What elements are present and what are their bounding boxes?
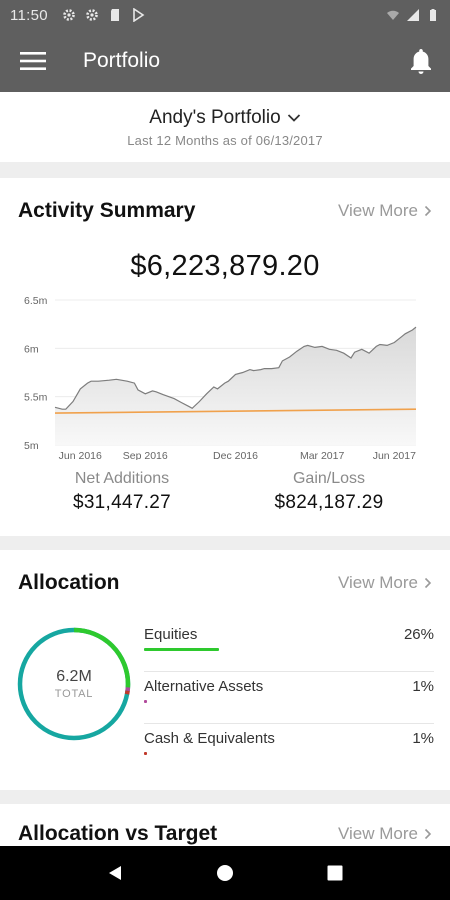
x-tick-label: Jun 2017 (373, 450, 416, 460)
donut-total-label: TOTAL (54, 688, 94, 700)
gain-loss-stat: Gain/Loss $824,187.29 (229, 470, 429, 514)
portfolio-header: Andy's Portfolio Last 12 Months as of 06… (0, 92, 450, 162)
view-more-label: View More (338, 824, 418, 843)
allocation-percent: 26% (403, 626, 434, 643)
gain-loss-value: $824,187.29 (274, 492, 384, 513)
allocation-name: Equities (144, 626, 198, 643)
app-title: Portfolio (83, 49, 161, 72)
system-nav-bar (0, 846, 450, 900)
settings-icon (86, 9, 98, 21)
net-additions-value: $31,447.27 (72, 492, 172, 513)
notifications-button[interactable] (392, 30, 450, 92)
hamburger-icon (20, 52, 46, 70)
allocation-bar (144, 700, 147, 703)
bell-icon (411, 49, 431, 74)
home-button[interactable] (205, 853, 245, 893)
portfolio-selector[interactable]: Andy's Portfolio (149, 107, 300, 129)
recents-button[interactable] (315, 853, 355, 893)
status-notification-icons (62, 8, 145, 22)
activity-summary-card: Activity Summary View More $6,223,879.20… (0, 178, 450, 536)
portfolio-name: Andy's Portfolio (149, 107, 281, 128)
chevron-right-icon (424, 828, 432, 840)
y-tick-label: 5m (24, 440, 39, 452)
x-tick-label: Jun 2016 (59, 450, 102, 460)
allocation-view-more-link[interactable]: View More (338, 573, 432, 593)
activity-summary-title: Activity Summary (18, 199, 196, 222)
allocation-percent: 1% (412, 730, 434, 747)
portfolio-total-value: $6,223,879.20 (130, 250, 320, 282)
menu-button[interactable] (0, 30, 66, 92)
view-more-label: View More (338, 573, 418, 592)
donut-center: 6.2M TOTAL (16, 626, 132, 742)
back-triangle-icon (109, 866, 121, 880)
chevron-down-icon (287, 114, 300, 122)
x-tick-label: Dec 2016 (213, 450, 258, 460)
net-additions-stat: Net Additions $31,447.27 (22, 470, 222, 514)
allocation-bar (144, 648, 220, 651)
gain-loss-label: Gain/Loss (292, 470, 366, 487)
allocation-title: Allocation (18, 571, 120, 594)
allocation-percent: 1% (412, 678, 434, 695)
back-button[interactable] (95, 853, 135, 893)
sd-card-icon (110, 9, 119, 21)
signal-icon (407, 9, 419, 21)
allocation-row-equities[interactable]: Equities 26% (144, 620, 434, 672)
activity-chart: 6.5m 6m 5.5m 5m Jun 2016 Sep 2016 Dec 2016 Mar… (24, 295, 417, 460)
allocation-name: Alternative Assets (144, 678, 264, 695)
allocation-name: Cash & Equivalents (144, 730, 275, 747)
y-tick-label: 5.5m (24, 392, 48, 404)
status-bar: 11:50 (0, 0, 450, 30)
y-tick-label: 6m (24, 343, 39, 355)
status-system-icons (386, 8, 440, 22)
allocation-row-alternative-assets[interactable]: Alternative Assets 1% (144, 672, 434, 724)
allocation-bar (144, 752, 147, 755)
view-more-label: View More (338, 201, 418, 220)
allocation-row-cash-equivalents[interactable]: Cash & Equivalents 1% (144, 724, 434, 776)
allocation-card: Allocation View More 6.2M TOTAL Equities… (0, 550, 450, 790)
x-tick-label: Sep 2016 (123, 450, 168, 460)
portfolio-date-range: Last 12 Months as of 06/13/2017 (127, 133, 323, 148)
play-store-icon (133, 8, 145, 22)
net-additions-label: Net Additions (74, 470, 170, 487)
wifi-icon (387, 10, 399, 20)
battery-icon (430, 9, 436, 21)
y-tick-label: 6.5m (24, 295, 48, 307)
x-tick-label: Mar 2017 (300, 450, 345, 460)
recents-square-icon (327, 865, 343, 881)
target-view-more-link[interactable]: View More (338, 824, 432, 844)
donut-total-value: 6.2M (56, 668, 92, 685)
home-circle-icon (217, 865, 233, 881)
activity-view-more-link[interactable]: View More (338, 201, 432, 221)
chevron-right-icon (424, 577, 432, 589)
app-bar: Portfolio (0, 30, 450, 92)
chevron-right-icon (424, 205, 432, 217)
status-time: 11:50 (10, 6, 48, 24)
series-area-fill (55, 327, 416, 445)
settings-icon (63, 9, 75, 21)
allocation-vs-target-title: Allocation vs Target (18, 822, 218, 845)
